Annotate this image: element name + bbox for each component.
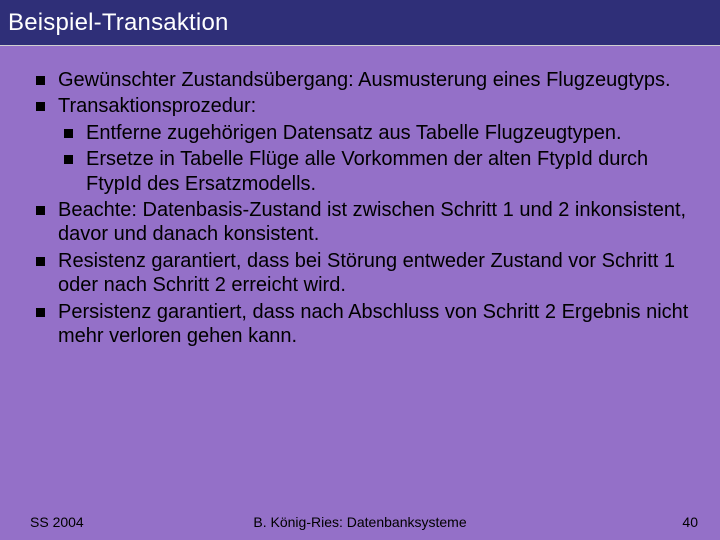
footer-page-number: 40 — [682, 514, 698, 530]
list-item: Ersetze in Tabelle Flüge alle Vorkommen … — [58, 147, 690, 196]
list-item: Resistenz garantiert, dass bei Störung e… — [30, 249, 690, 298]
list-item: Transaktionsprozedur: Entferne zugehörig… — [30, 94, 690, 196]
list-item-text: Transaktionsprozedur: — [58, 95, 256, 117]
list-item: Entferne zugehörigen Datensatz aus Tabel… — [58, 121, 690, 145]
footer-term: SS 2004 — [30, 514, 84, 530]
sub-bullet-list: Entferne zugehörigen Datensatz aus Tabel… — [58, 121, 690, 196]
slide-body: Gewünschter Zustandsübergang: Ausmusteru… — [0, 46, 720, 540]
slide-title: Beispiel-Transaktion — [8, 9, 229, 37]
list-item: Beachte: Datenbasis-Zustand ist zwischen… — [30, 198, 690, 247]
slide: Beispiel-Transaktion Gewünschter Zustand… — [0, 0, 720, 540]
list-item: Persistenz garantiert, dass nach Abschlu… — [30, 300, 690, 349]
slide-footer: SS 2004 B. König-Ries: Datenbanksysteme … — [0, 514, 720, 530]
footer-author: B. König-Ries: Datenbanksysteme — [253, 514, 466, 530]
title-bar: Beispiel-Transaktion — [0, 0, 720, 46]
list-item: Gewünschter Zustandsübergang: Ausmusteru… — [30, 68, 690, 92]
bullet-list: Gewünschter Zustandsübergang: Ausmusteru… — [30, 68, 690, 348]
